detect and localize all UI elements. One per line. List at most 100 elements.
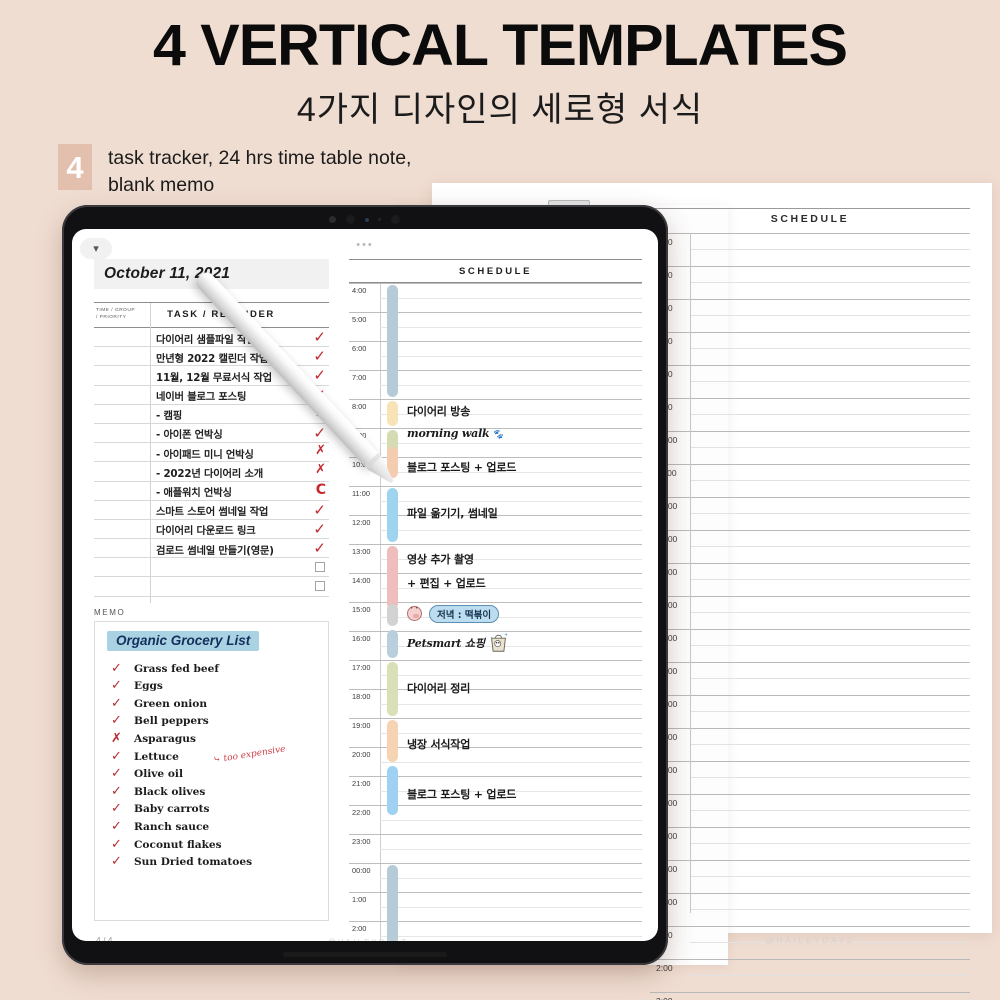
task-checkbox[interactable] [315, 562, 325, 573]
task-row[interactable]: 11월, 12월 무료서식 작업 ✓ [94, 366, 329, 386]
back-schedule-row: 7:00 [650, 332, 970, 365]
back-half-line [690, 876, 970, 877]
paw-icon: 🐾 [489, 429, 504, 440]
back-hour-line [650, 530, 970, 531]
grocery-item[interactable]: ✓ Green onion [111, 695, 311, 715]
back-time-label: 3:00 [656, 996, 673, 1000]
back-hour-line [650, 365, 970, 366]
back-schedule-row: 20:00 [650, 761, 970, 794]
schedule-time-label: 12:00 [352, 518, 371, 527]
schedule-event[interactable]: 냉장 서식작업 [407, 736, 470, 752]
lens-icon [365, 217, 369, 222]
back-schedule-row: 17:00 [650, 662, 970, 695]
back-half-line [690, 678, 970, 679]
back-schedule-row: 12:00 [650, 497, 970, 530]
date-value: October 11, 2021 [104, 265, 231, 282]
task-text: 네이버 블로그 포스팅 [156, 391, 247, 404]
back-schedule-row: 13:00 [650, 530, 970, 563]
task-row[interactable]: 네이버 블로그 포스팅 ✓ [94, 386, 329, 405]
task-row[interactable]: - 캠핑 ✗ [94, 405, 329, 424]
badge-description: task tracker, 24 hrs time table note, bl… [108, 147, 412, 196]
back-hour-line [650, 563, 970, 564]
schedule-time-label: 21:00 [352, 779, 371, 788]
task-mark-x: ✗ [315, 443, 326, 459]
task-row[interactable]: - 아이폰 언박싱 ✓ [94, 424, 329, 444]
back-hour-line [650, 926, 970, 927]
task-mark-check: ✓ [313, 519, 326, 538]
grocery-item[interactable]: ✓ Olive oil [111, 766, 311, 785]
schedule-event[interactable]: Petsmart 쇼핑 [407, 635, 485, 651]
drag-handle[interactable]: ••• [356, 239, 374, 251]
sensor-icon [329, 216, 336, 223]
front-camera-array [329, 214, 401, 225]
task-mark-x: ✗ [315, 462, 326, 478]
back-half-line [690, 645, 970, 646]
back-hour-line [650, 398, 970, 399]
schedule-row[interactable]: 23:00 [349, 834, 642, 863]
grocery-mark-check: ✓ [111, 695, 122, 711]
schedule-title: SCHEDULE [458, 266, 533, 277]
schedule-color-bar [387, 285, 398, 397]
grocery-item[interactable]: ✓ Baby carrots [111, 801, 311, 820]
back-hour-line [650, 992, 970, 993]
tablet-device: ▾ ••• October 11, 2021 TIME / GROUP / PR… [62, 200, 668, 965]
schedule-event[interactable]: + 편집 + 업로드 [407, 575, 486, 591]
chevron-down-icon[interactable]: ▾ [80, 238, 112, 259]
back-half-line [690, 447, 970, 448]
task-mark-check: ✓ [313, 366, 326, 385]
grocery-item[interactable]: ✓ Black olives [111, 784, 311, 803]
schedule-event[interactable]: 영상 추가 촬영 [407, 551, 474, 567]
grocery-mark-check: ✓ [111, 748, 122, 764]
grocery-mark-check: ✓ [111, 801, 122, 817]
page-subtitle: 4가지 디자인의 세로형 서식 [296, 91, 704, 129]
schedule-event[interactable]: 파일 옮기기, 썸네일 [407, 505, 498, 521]
grocery-item[interactable]: ✓ Ranch sauce [111, 819, 311, 838]
grocery-item[interactable]: ✓ Sun Dried tomatoes [111, 854, 311, 873]
grocery-item[interactable]: ✓ Coconut flakes [111, 837, 311, 856]
home-indicator[interactable] [283, 952, 447, 957]
schedule-color-bar [387, 630, 398, 658]
grocery-text: Baby carrots [134, 803, 210, 816]
task-row[interactable] [94, 558, 329, 578]
back-schedule-row: 22:00 [650, 827, 970, 860]
task-row[interactable]: - 애플워치 언박싱 C [94, 482, 329, 501]
grocery-text: Olive oil [134, 768, 183, 781]
memo-box[interactable]: Organic Grocery List ✓ Grass fed beef ✓ Egg… [94, 620, 329, 921]
schedule-time-label: 14:00 [352, 576, 371, 585]
schedule-hour-line [349, 544, 642, 545]
schedule-time-label: 19:00 [352, 721, 371, 730]
schedule-event[interactable]: 블로그 포스팅 + 업로드 [407, 786, 516, 802]
task-row[interactable]: 만년형 2022 캘린더 작업 ✓ [94, 347, 329, 367]
task-row[interactable] [94, 577, 329, 597]
schedule-half-line [380, 355, 642, 357]
task-row[interactable]: 다이어리 다운로드 링크 ✓ [94, 519, 329, 540]
task-row[interactable]: 다이어리 샘플파일 작업 ✓ [94, 328, 329, 348]
back-half-line [690, 513, 970, 514]
grocery-item[interactable]: ✓ Grass fed beef [111, 661, 311, 680]
schedule-event[interactable]: 다이어리 정리 [407, 680, 470, 696]
task-row[interactable]: 검로드 썸네일 만들기(영문) ✓ [94, 539, 329, 559]
task-row[interactable]: 스마트 스토어 썸네일 작업 ✓ [94, 501, 329, 520]
schedule-body[interactable]: 4:00 5:00 6:00 7:00 8:00 9:00 10:00 11:00 12:00 1… [349, 283, 642, 941]
schedule-time-label: 8:00 [352, 402, 367, 411]
shopping-bag-sticker: ✦ ✦ [489, 632, 508, 652]
grocery-text: Eggs [134, 680, 163, 693]
date-field[interactable]: October 11, 2021 [94, 259, 329, 289]
schedule-half-line [380, 384, 642, 386]
task-row[interactable]: - 2022년 다이어리 소개 ✗ [94, 462, 329, 482]
schedule-event[interactable]: 블로그 포스팅 + 업로드 [407, 459, 516, 475]
task-text: - 2022년 다이어리 소개 [156, 467, 263, 480]
schedule-color-bar [387, 488, 398, 542]
schedule-event[interactable]: morning walk 🐾 [407, 427, 504, 440]
task-row[interactable]: - 아이패드 미니 언박싱 ✗ [94, 443, 329, 463]
schedule-time-label: 6:00 [352, 344, 367, 353]
dinner-sticker-label: 저녁 : 떡볶이 [429, 605, 500, 623]
back-schedule-divider [690, 233, 691, 913]
grocery-item[interactable]: ✓ Bell peppers [111, 713, 311, 732]
grocery-item[interactable]: ✓ Eggs [111, 678, 311, 697]
grocery-text: Asparagus [134, 733, 196, 745]
schedule-event[interactable]: 다이어리 방송 [407, 403, 470, 419]
task-mark-check: ✓ [313, 328, 326, 346]
back-schedule-row: 2:00 [650, 959, 970, 992]
task-checkbox[interactable] [315, 581, 325, 592]
